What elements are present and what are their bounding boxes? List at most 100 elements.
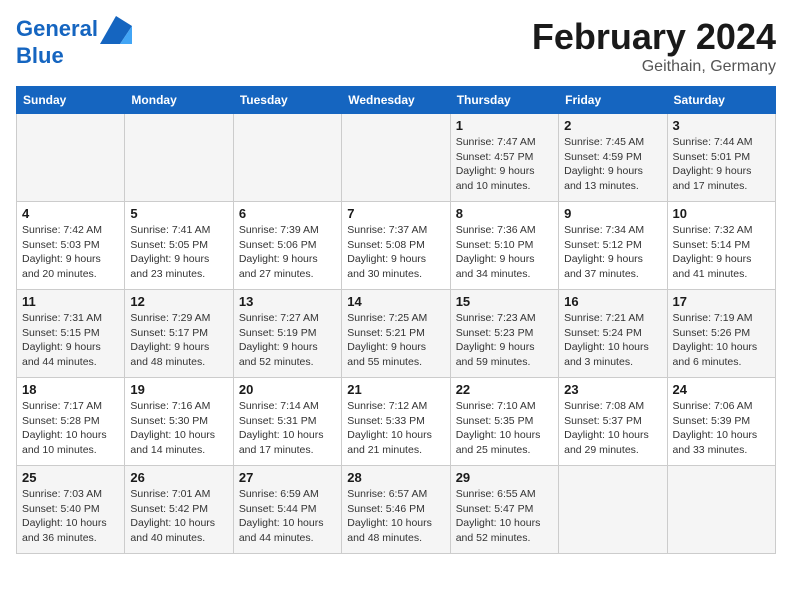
page-header: General Blue February 2024 Geithain, Ger… [16, 16, 776, 76]
day-cell: 12Sunrise: 7:29 AMSunset: 5:17 PMDayligh… [125, 290, 233, 378]
day-cell: 26 Sunrise: 7:01 AMSunset: 5:42 PMDayligh… [125, 466, 233, 554]
day-info: Sunrise: 7:37 AMSunset: 5:08 PMDaylight:… [347, 223, 444, 282]
day-number: 26 [130, 470, 227, 485]
day-number: 28 [347, 470, 444, 485]
day-cell [667, 466, 775, 554]
day-info: Sunrise: 7:14 AMSunset: 5:31 PMDaylight:… [239, 399, 336, 458]
day-number: 13 [239, 294, 336, 309]
day-cell [342, 114, 450, 202]
day-cell [125, 114, 233, 202]
day-number: 25 [22, 470, 119, 485]
day-cell: 21 Sunrise: 7:12 AMSunset: 5:33 PMDayligh… [342, 378, 450, 466]
day-info: Sunrise: 6:55 AMSunset: 5:47 PMDaylight:… [456, 487, 553, 546]
logo: General Blue [16, 16, 132, 68]
day-cell: 6 Sunrise: 7:39 AMSunset: 5:06 PMDaylight… [233, 202, 341, 290]
header-cell-monday: Monday [125, 87, 233, 114]
header-row: SundayMondayTuesdayWednesdayThursdayFrid… [17, 87, 776, 114]
week-row-2: 4Sunrise: 7:42 AMSunset: 5:03 PMDaylight… [17, 202, 776, 290]
month-title: February 2024 [532, 16, 776, 58]
day-cell: 25Sunrise: 7:03 AMSunset: 5:40 PMDayligh… [17, 466, 125, 554]
day-number: 8 [456, 206, 553, 221]
day-info: Sunrise: 7:41 AMSunset: 5:05 PMDaylight:… [130, 223, 227, 282]
day-cell: 24 Sunrise: 7:06 AMSunset: 5:39 PMDayligh… [667, 378, 775, 466]
day-number: 21 [347, 382, 444, 397]
day-info: Sunrise: 6:59 AMSunset: 5:44 PMDaylight:… [239, 487, 336, 546]
week-row-1: 1Sunrise: 7:47 AMSunset: 4:57 PMDaylight… [17, 114, 776, 202]
day-info: Sunrise: 7:01 AMSunset: 5:42 PMDaylight:… [130, 487, 227, 546]
header-cell-thursday: Thursday [450, 87, 558, 114]
day-info: Sunrise: 7:08 AMSunset: 5:37 PMDaylight:… [564, 399, 661, 458]
week-row-5: 25Sunrise: 7:03 AMSunset: 5:40 PMDayligh… [17, 466, 776, 554]
calendar-body: 1Sunrise: 7:47 AMSunset: 4:57 PMDaylight… [17, 114, 776, 554]
day-info: Sunrise: 7:34 AMSunset: 5:12 PMDaylight:… [564, 223, 661, 282]
day-info: Sunrise: 6:57 AMSunset: 5:46 PMDaylight:… [347, 487, 444, 546]
day-cell: 1Sunrise: 7:47 AMSunset: 4:57 PMDaylight… [450, 114, 558, 202]
day-cell: 13 Sunrise: 7:27 AMSunset: 5:19 PMDayligh… [233, 290, 341, 378]
day-number: 1 [456, 118, 553, 133]
day-cell [17, 114, 125, 202]
day-info: Sunrise: 7:25 AMSunset: 5:21 PMDaylight:… [347, 311, 444, 370]
day-info: Sunrise: 7:21 AMSunset: 5:24 PMDaylight:… [564, 311, 661, 370]
day-cell: 20 Sunrise: 7:14 AMSunset: 5:31 PMDayligh… [233, 378, 341, 466]
day-info: Sunrise: 7:36 AMSunset: 5:10 PMDaylight:… [456, 223, 553, 282]
week-row-3: 11 Sunrise: 7:31 AMSunset: 5:15 PMDayligh… [17, 290, 776, 378]
day-cell: 27Sunrise: 6:59 AMSunset: 5:44 PMDayligh… [233, 466, 341, 554]
header-cell-friday: Friday [559, 87, 667, 114]
day-number: 4 [22, 206, 119, 221]
day-info: Sunrise: 7:17 AMSunset: 5:28 PMDaylight:… [22, 399, 119, 458]
day-number: 16 [564, 294, 661, 309]
day-number: 2 [564, 118, 661, 133]
day-cell: 19 Sunrise: 7:16 AMSunset: 5:30 PMDayligh… [125, 378, 233, 466]
day-number: 29 [456, 470, 553, 485]
day-number: 18 [22, 382, 119, 397]
day-info: Sunrise: 7:45 AMSunset: 4:59 PMDaylight:… [564, 135, 661, 194]
day-cell: 7Sunrise: 7:37 AMSunset: 5:08 PMDaylight… [342, 202, 450, 290]
day-info: Sunrise: 7:32 AMSunset: 5:14 PMDaylight:… [673, 223, 770, 282]
day-number: 17 [673, 294, 770, 309]
day-number: 3 [673, 118, 770, 133]
day-cell: 23 Sunrise: 7:08 AMSunset: 5:37 PMDayligh… [559, 378, 667, 466]
calendar-table: SundayMondayTuesdayWednesdayThursdayFrid… [16, 86, 776, 554]
day-cell: 29 Sunrise: 6:55 AMSunset: 5:47 PMDayligh… [450, 466, 558, 554]
day-cell: 9Sunrise: 7:34 AMSunset: 5:12 PMDaylight… [559, 202, 667, 290]
day-cell: 15 Sunrise: 7:23 AMSunset: 5:23 PMDayligh… [450, 290, 558, 378]
day-number: 6 [239, 206, 336, 221]
day-info: Sunrise: 7:12 AMSunset: 5:33 PMDaylight:… [347, 399, 444, 458]
day-number: 10 [673, 206, 770, 221]
day-number: 11 [22, 294, 119, 309]
location-subtitle: Geithain, Germany [532, 58, 776, 76]
day-number: 22 [456, 382, 553, 397]
day-cell: 2 Sunrise: 7:45 AMSunset: 4:59 PMDaylight… [559, 114, 667, 202]
day-info: Sunrise: 7:19 AMSunset: 5:26 PMDaylight:… [673, 311, 770, 370]
day-cell: 10 Sunrise: 7:32 AMSunset: 5:14 PMDayligh… [667, 202, 775, 290]
day-info: Sunrise: 7:23 AMSunset: 5:23 PMDaylight:… [456, 311, 553, 370]
day-number: 19 [130, 382, 227, 397]
day-number: 15 [456, 294, 553, 309]
day-cell: 8 Sunrise: 7:36 AMSunset: 5:10 PMDaylight… [450, 202, 558, 290]
day-info: Sunrise: 7:27 AMSunset: 5:19 PMDaylight:… [239, 311, 336, 370]
day-info: Sunrise: 7:31 AMSunset: 5:15 PMDaylight:… [22, 311, 119, 370]
day-cell: 28 Sunrise: 6:57 AMSunset: 5:46 PMDayligh… [342, 466, 450, 554]
header-cell-saturday: Saturday [667, 87, 775, 114]
day-cell: 17 Sunrise: 7:19 AMSunset: 5:26 PMDayligh… [667, 290, 775, 378]
day-info: Sunrise: 7:39 AMSunset: 5:06 PMDaylight:… [239, 223, 336, 282]
day-number: 5 [130, 206, 227, 221]
day-number: 24 [673, 382, 770, 397]
day-number: 23 [564, 382, 661, 397]
day-cell: 5 Sunrise: 7:41 AMSunset: 5:05 PMDaylight… [125, 202, 233, 290]
day-cell: 16 Sunrise: 7:21 AMSunset: 5:24 PMDayligh… [559, 290, 667, 378]
day-cell: 14Sunrise: 7:25 AMSunset: 5:21 PMDayligh… [342, 290, 450, 378]
day-cell: 3 Sunrise: 7:44 AMSunset: 5:01 PMDaylight… [667, 114, 775, 202]
day-number: 12 [130, 294, 227, 309]
header-cell-sunday: Sunday [17, 87, 125, 114]
day-info: Sunrise: 7:06 AMSunset: 5:39 PMDaylight:… [673, 399, 770, 458]
calendar-header: SundayMondayTuesdayWednesdayThursdayFrid… [17, 87, 776, 114]
title-block: February 2024 Geithain, Germany [532, 16, 776, 76]
day-cell: 4Sunrise: 7:42 AMSunset: 5:03 PMDaylight… [17, 202, 125, 290]
logo-text: General Blue [16, 16, 132, 68]
day-info: Sunrise: 7:16 AMSunset: 5:30 PMDaylight:… [130, 399, 227, 458]
day-info: Sunrise: 7:44 AMSunset: 5:01 PMDaylight:… [673, 135, 770, 194]
day-number: 20 [239, 382, 336, 397]
day-info: Sunrise: 7:10 AMSunset: 5:35 PMDaylight:… [456, 399, 553, 458]
day-cell: 18 Sunrise: 7:17 AMSunset: 5:28 PMDayligh… [17, 378, 125, 466]
